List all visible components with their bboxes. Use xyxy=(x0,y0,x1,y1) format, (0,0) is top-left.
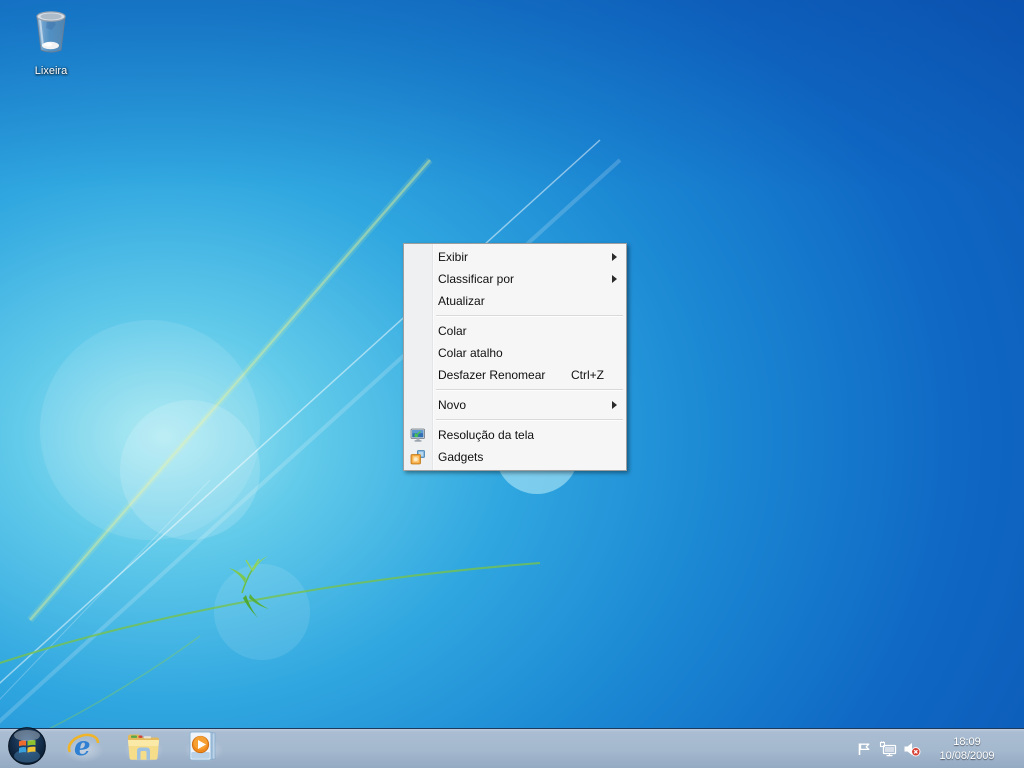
menu-separator xyxy=(436,315,623,317)
desktop-icon-recycle-bin[interactable]: Lixeira xyxy=(14,8,88,78)
menu-item-label: Exibir xyxy=(438,250,469,264)
menu-item-gadgets[interactable]: Gadgets xyxy=(404,446,626,468)
windows7-desktop-screen: Lixeira Exibir Classificar por Atualizar… xyxy=(0,0,1024,768)
menu-item-novo[interactable]: Novo xyxy=(404,394,626,416)
menu-item-colar-atalho[interactable]: Colar atalho xyxy=(404,342,626,364)
start-orb-icon xyxy=(8,727,46,768)
submenu-arrow-icon xyxy=(612,401,617,409)
screen-resolution-icon xyxy=(410,427,426,443)
menu-item-label: Colar xyxy=(438,324,467,338)
taskbar: e 18:09 10/08/2009 xyxy=(0,727,1024,768)
menu-item-label: Resolução da tela xyxy=(438,428,535,442)
menu-item-label: Atualizar xyxy=(438,294,485,308)
desktop-context-menu: Exibir Classificar por Atualizar Colar C… xyxy=(403,243,627,471)
desktop-icon-label: Lixeira xyxy=(34,65,68,77)
volume-muted-icon[interactable] xyxy=(903,740,921,758)
taskbar-button-internet-explorer[interactable]: e xyxy=(54,729,114,768)
menu-item-label: Classificar por xyxy=(438,272,515,286)
recycle-bin-icon xyxy=(30,11,72,60)
start-button[interactable] xyxy=(0,727,54,768)
menu-item-exibir[interactable]: Exibir xyxy=(404,246,626,268)
system-tray: 18:09 10/08/2009 xyxy=(852,729,1024,768)
menu-item-resolucao-da-tela[interactable]: Resolução da tela xyxy=(404,424,626,446)
network-icon[interactable] xyxy=(879,740,897,758)
menu-item-shortcut: Ctrl+Z xyxy=(571,368,604,382)
action-center-flag-icon[interactable] xyxy=(855,740,873,758)
menu-separator xyxy=(436,419,623,421)
menu-item-label: Gadgets xyxy=(438,450,484,464)
menu-item-atualizar[interactable]: Atualizar xyxy=(404,290,626,312)
submenu-arrow-icon xyxy=(612,275,617,283)
menu-item-desfazer-renomear[interactable]: Desfazer Renomear Ctrl+Z xyxy=(404,364,626,386)
tray-clock[interactable]: 18:09 10/08/2009 xyxy=(927,735,1007,763)
menu-item-colar[interactable]: Colar xyxy=(404,320,626,342)
taskbar-button-windows-media-player[interactable] xyxy=(174,729,234,768)
windows-media-player-icon xyxy=(187,730,221,767)
taskbar-empty-area[interactable] xyxy=(234,729,852,768)
menu-item-label: Novo xyxy=(438,398,467,412)
menu-item-classificar-por[interactable]: Classificar por xyxy=(404,268,626,290)
taskbar-button-windows-explorer[interactable] xyxy=(114,729,174,768)
clock-time: 18:09 xyxy=(953,735,981,748)
clock-date: 10/08/2009 xyxy=(939,749,995,762)
menu-item-label: Desfazer Renomear xyxy=(438,368,546,382)
internet-explorer-icon: e xyxy=(67,730,101,767)
windows-explorer-icon xyxy=(126,731,162,766)
submenu-arrow-icon xyxy=(612,253,617,261)
gadgets-icon xyxy=(410,449,426,465)
menu-separator xyxy=(436,389,623,391)
menu-item-label: Colar atalho xyxy=(438,346,503,360)
